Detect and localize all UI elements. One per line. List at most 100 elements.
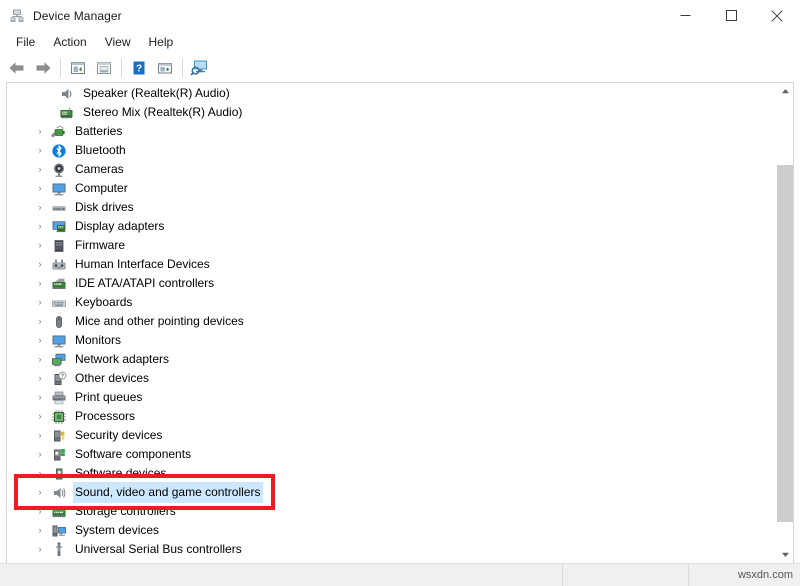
tree-item-label-wrap: Display adapters <box>73 216 167 237</box>
forward-arrow-icon <box>34 60 52 76</box>
chevron-right-icon[interactable]: › <box>35 350 45 369</box>
tree-item[interactable]: › Universal Serial Bus controllers <box>7 540 776 559</box>
chevron-right-icon[interactable]: › <box>35 483 45 502</box>
chevron-right-icon[interactable]: › <box>35 407 45 426</box>
tree-item-label-wrap: Batteries <box>73 121 125 142</box>
tree-item-label-wrap: Firmware <box>73 235 128 256</box>
scroll-thumb[interactable] <box>777 165 794 522</box>
tree-item-label: Stereo Mix (Realtek(R) Audio) <box>83 105 242 119</box>
tree-item[interactable]: ›Storage controllers <box>7 502 776 521</box>
tree-item-label: Processors <box>75 409 135 423</box>
chevron-right-icon[interactable]: › <box>35 502 45 521</box>
tree-item[interactable]: › System devices <box>7 521 776 540</box>
tree-item[interactable]: › Firmware <box>7 236 776 255</box>
status-pane-3: wsxdn.com <box>689 564 800 586</box>
chevron-right-icon[interactable]: › <box>35 464 45 483</box>
tree-item-label: Other devices <box>75 371 149 385</box>
tree-item[interactable]: ›Print queues <box>7 388 776 407</box>
tree-item-label: Speaker (Realtek(R) Audio) <box>83 86 230 100</box>
scan-hardware-changes-button[interactable] <box>187 56 213 80</box>
chevron-right-icon[interactable]: › <box>35 540 45 559</box>
menu-help[interactable]: Help <box>140 33 183 52</box>
chevron-right-icon[interactable]: › <box>35 293 45 312</box>
chevron-right-icon[interactable]: › <box>35 388 45 407</box>
close-button[interactable] <box>754 0 800 31</box>
tree-item-label: Universal Serial Bus controllers <box>75 542 242 556</box>
storage-controller-icon <box>51 504 67 520</box>
network-adapter-icon <box>51 352 67 368</box>
sound-card-icon <box>59 105 75 121</box>
tree-item-label-wrap: Software devices <box>73 463 169 484</box>
tree-item[interactable]: ›Sound, video and game controllers <box>7 483 776 502</box>
status-pane-2 <box>563 564 689 586</box>
print-button[interactable] <box>91 56 117 80</box>
scroll-up-button[interactable] <box>777 83 794 100</box>
menu-view[interactable]: View <box>96 33 140 52</box>
properties-button[interactable] <box>65 56 91 80</box>
chevron-right-icon[interactable]: › <box>35 445 45 464</box>
tree-item[interactable]: Stereo Mix (Realtek(R) Audio) <box>7 103 776 122</box>
chevron-right-icon[interactable]: › <box>35 274 45 293</box>
device-manager-icon <box>9 8 25 24</box>
tree-item-label-wrap: Security devices <box>73 425 165 446</box>
tree-item[interactable]: ›Monitors <box>7 331 776 350</box>
chevron-right-icon[interactable]: › <box>35 179 45 198</box>
software-device-icon <box>51 466 67 482</box>
watermark-text: wsxdn.com <box>738 569 793 581</box>
tree-item[interactable]: › Display adapters <box>7 217 776 236</box>
chevron-right-icon[interactable]: › <box>35 160 45 179</box>
help-button[interactable]: ? <box>126 56 152 80</box>
back-button[interactable] <box>4 56 30 80</box>
tree-item-label: System devices <box>75 523 159 537</box>
print-icon <box>95 60 113 76</box>
chevron-right-icon[interactable]: › <box>35 255 45 274</box>
scroll-track[interactable] <box>777 100 794 546</box>
tree-item[interactable]: ›Disk drives <box>7 198 776 217</box>
chevron-right-icon[interactable]: › <box>35 426 45 445</box>
chevron-right-icon[interactable]: › <box>35 141 45 160</box>
chevron-right-icon[interactable]: › <box>35 369 45 388</box>
status-bar: wsxdn.com <box>0 563 800 586</box>
menu-file[interactable]: File <box>7 33 44 52</box>
tree-item[interactable]: › Mice and other pointing devices <box>7 312 776 331</box>
chevron-right-icon[interactable]: › <box>35 217 45 236</box>
tree-item[interactable]: ›Human Interface Devices <box>7 255 776 274</box>
update-driver-button[interactable] <box>152 56 178 80</box>
menu-action[interactable]: Action <box>44 33 95 52</box>
tree-item-label: Network adapters <box>75 352 169 366</box>
tree-item-label-wrap: Universal Serial Bus controllers <box>73 539 245 560</box>
tree-item[interactable]: › Cameras <box>7 160 776 179</box>
tree-item[interactable]: › Software devices <box>7 464 776 483</box>
tree-item[interactable]: ›Keyboards <box>7 293 776 312</box>
tree-item[interactable]: › Bluetooth <box>7 141 776 160</box>
chevron-right-icon[interactable]: › <box>35 236 45 255</box>
device-tree[interactable]: Speaker (Realtek(R) Audio) Stereo Mix (Re… <box>7 83 776 563</box>
minimize-button[interactable] <box>662 0 708 31</box>
scroll-down-button[interactable] <box>777 546 794 563</box>
tree-item-label-wrap: Bluetooth <box>73 140 129 161</box>
usb-controller-icon <box>51 542 67 558</box>
maximize-button[interactable] <box>708 0 754 31</box>
tree-item[interactable]: › Processors <box>7 407 776 426</box>
tree-item[interactable]: ›?Other devices <box>7 369 776 388</box>
tree-item[interactable]: ›IDE ATA/ATAPI controllers <box>7 274 776 293</box>
tree-item[interactable]: › Batteries <box>7 122 776 141</box>
tree-item-label: Mice and other pointing devices <box>75 314 244 328</box>
tree-item-label-wrap: Cameras <box>73 159 127 180</box>
tree-item-label: Software devices <box>75 466 166 480</box>
tree-item[interactable]: ›Software components <box>7 445 776 464</box>
chevron-right-icon[interactable]: › <box>35 122 45 141</box>
chevron-right-icon[interactable]: › <box>35 312 45 331</box>
vertical-scrollbar[interactable] <box>776 83 793 563</box>
forward-button[interactable] <box>30 56 56 80</box>
tree-item[interactable]: › Security devices <box>7 426 776 445</box>
disk-drive-icon <box>51 200 67 216</box>
tree-item[interactable]: Speaker (Realtek(R) Audio) <box>7 84 776 103</box>
chevron-right-icon[interactable]: › <box>35 331 45 350</box>
system-device-icon <box>51 523 67 539</box>
tree-item[interactable]: › Network adapters <box>7 350 776 369</box>
tree-item-label: Security devices <box>75 428 162 442</box>
chevron-right-icon[interactable]: › <box>35 521 45 540</box>
chevron-right-icon[interactable]: › <box>35 198 45 217</box>
tree-item[interactable]: ›Computer <box>7 179 776 198</box>
